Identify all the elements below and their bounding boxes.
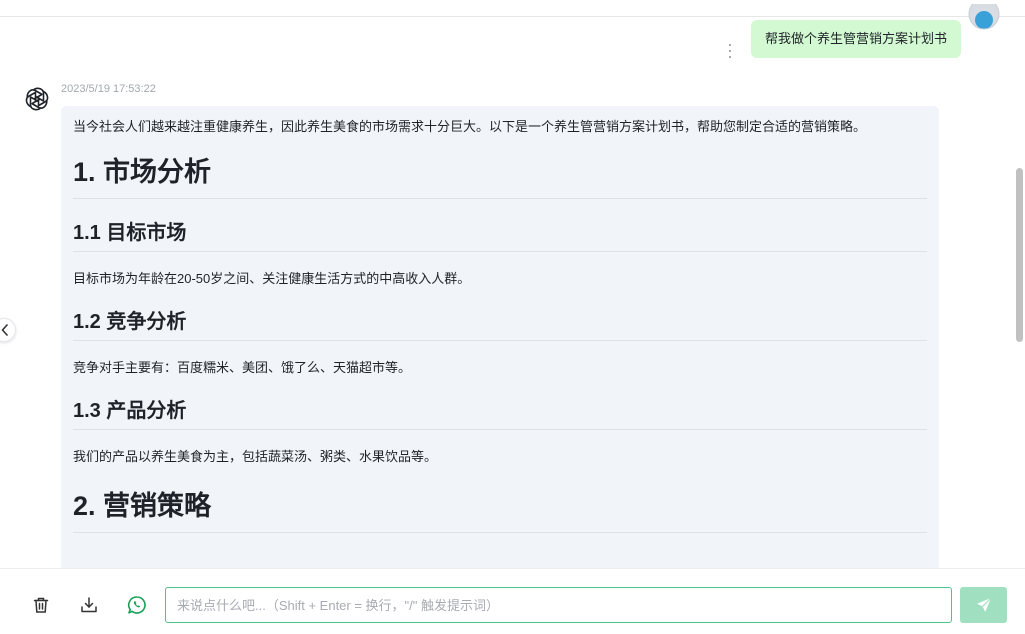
- openai-logo-icon: [25, 87, 49, 111]
- scrollbar-thumb[interactable]: [1016, 168, 1023, 342]
- subheading-product: 1.3 产品分析: [73, 397, 927, 430]
- assistant-message: 当今社会人们越来越注重健康养生，因此养生美食的市场需求十分巨大。以下是一个养生管…: [61, 106, 939, 576]
- chat-window: 帮我做个养生管营销方案计划书 2023/5/19 17:53:22 当今社会人们…: [0, 0, 1025, 634]
- user-message: 帮我做个养生管营销方案计划书: [750, 20, 961, 58]
- download-icon: [81, 597, 97, 613]
- whatsapp-button[interactable]: [126, 594, 148, 616]
- user-avatar-icon: [968, 4, 1000, 30]
- chat-input[interactable]: [165, 587, 952, 623]
- section-heading-marketing-strategy: 2. 营销策略: [73, 488, 927, 533]
- top-divider: [0, 16, 1025, 17]
- sidebar-collapse-button[interactable]: [0, 318, 16, 342]
- subheading-competition: 1.2 竞争分析: [73, 308, 927, 341]
- trash-icon: [33, 597, 49, 613]
- bot-avatar: [22, 84, 52, 114]
- competition-paragraph: 竞争对手主要有：百度糯米、美团、饿了么、天猫超市等。: [73, 360, 412, 375]
- export-button[interactable]: [78, 594, 100, 616]
- message-timestamp: 2023/5/19 17:53:22: [61, 83, 156, 95]
- user-avatar: [968, 4, 1000, 30]
- subheading-target-market: 1.1 目标市场: [73, 219, 927, 252]
- whatsapp-icon: [127, 596, 146, 614]
- send-icon: [976, 597, 991, 612]
- intro-paragraph: 当今社会人们越来越注重健康养生，因此养生美食的市场需求十分巨大。以下是一个养生管…: [73, 119, 867, 134]
- more-vertical-icon[interactable]: [726, 44, 734, 58]
- product-paragraph: 我们的产品以养生美食为主，包括蔬菜汤、粥类、水果饮品等。: [73, 449, 438, 464]
- section-heading-market-analysis: 1. 市场分析: [73, 154, 927, 199]
- target-market-paragraph: 目标市场为年龄在20-50岁之间、关注健康生活方式的中高收入人群。: [73, 271, 471, 286]
- chevron-left-icon: [1, 324, 8, 336]
- send-button[interactable]: [960, 587, 1007, 623]
- clear-button[interactable]: [30, 594, 52, 616]
